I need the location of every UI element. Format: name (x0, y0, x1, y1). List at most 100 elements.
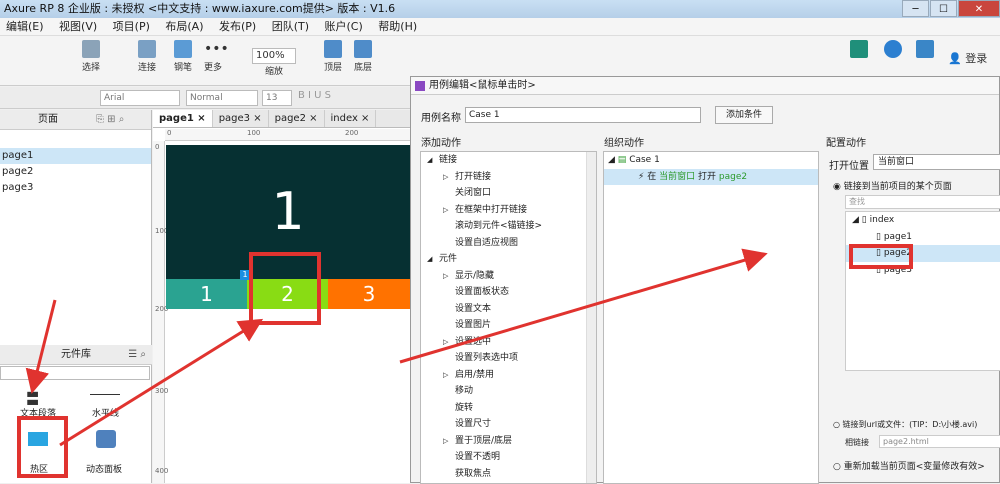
action-item[interactable]: 移动 (421, 383, 596, 400)
action-label: 旋转 (455, 402, 474, 413)
page-item-page3[interactable]: page3 (0, 180, 151, 196)
dialog-title-bar: 用例编辑<鼠标单击时> (411, 77, 999, 95)
nav-item-1[interactable]: 1 (166, 279, 247, 309)
menu-project[interactable]: 项目(P) (107, 18, 156, 36)
more-tool[interactable]: ••• 更多 (204, 40, 229, 73)
action-label: 在框架中打开链接 (455, 204, 528, 215)
library-menu-icon[interactable]: ☰ ⌕ (128, 345, 146, 365)
page-search-input[interactable]: 查找 (845, 195, 1000, 209)
page-item-page1[interactable]: page1 (0, 148, 151, 164)
action-label: 设置尺寸 (455, 419, 492, 429)
case-name-label: 用例名称 (421, 113, 461, 124)
action-item[interactable]: 设置不透明 (421, 449, 596, 466)
page-item-page2[interactable]: page2 (0, 164, 151, 180)
action-item[interactable]: 旋转 (421, 400, 596, 417)
library-select[interactable] (0, 366, 150, 380)
action-item[interactable]: ▷ 打开链接 (421, 169, 596, 186)
library-title: 元件库 (61, 349, 91, 360)
action-label: 设置面板状态 (455, 287, 510, 297)
tab-page2[interactable]: page2 × (269, 110, 325, 127)
bring-front-tool[interactable]: 顶层 (324, 40, 342, 73)
action-item[interactable]: 设置面板状态 (421, 284, 596, 301)
action-item[interactable]: 滚动到元件<锚链接> (421, 218, 596, 235)
connect-tool[interactable]: 连接 (138, 40, 156, 73)
preview-tool[interactable] (850, 40, 868, 60)
user-icon: 👤 (948, 52, 962, 65)
action-scrollbar[interactable] (586, 152, 596, 483)
expand-icon: ◢ (427, 255, 433, 263)
action-node[interactable]: ⚡ 在 当前窗口 打开 page2 (604, 168, 818, 185)
action-item[interactable]: ▷ 启用/禁用 (421, 367, 596, 384)
size-select[interactable]: 13 (262, 90, 292, 106)
style-select[interactable]: Normal (186, 90, 258, 106)
action-item[interactable]: 设置列表选中项 (421, 350, 596, 367)
radio-link-page[interactable]: ◉ 链接到当前项目的某个页面 (833, 179, 952, 192)
maximize-button[interactable]: ☐ (930, 0, 957, 17)
text-style-buttons[interactable]: B I U S (298, 90, 331, 101)
menu-account[interactable]: 账户(C) (319, 18, 369, 36)
library-item-dynamic-panel[interactable]: 动态面板 (86, 462, 122, 475)
highlight-page2 (849, 244, 913, 269)
font-select[interactable]: Arial (100, 90, 180, 106)
tab-page1[interactable]: page1 × (153, 110, 213, 127)
action-item[interactable]: 设置自适应视图 (421, 235, 596, 252)
pen-tool[interactable]: 钢笔 (174, 40, 192, 73)
library-header: 元件库 ☰ ⌕ (0, 345, 152, 365)
tree-root[interactable]: ◢ ▯ index (846, 212, 1000, 229)
nav-item-3[interactable]: 3 (328, 279, 410, 309)
menu-team[interactable]: 团队(T) (266, 18, 315, 36)
login-button[interactable]: 👤 登录 (948, 50, 987, 66)
tree-page1[interactable]: ▯ page1 (846, 229, 1000, 246)
radio-link-url[interactable]: ○ 链接到url或文件：(TIP：D:\小楼.avi) (833, 419, 977, 430)
url-input[interactable]: page2.html (879, 435, 1000, 448)
url-label: 相链接 (845, 438, 869, 447)
select-tool[interactable]: 选择 (82, 40, 100, 73)
menu-publish[interactable]: 发布(P) (213, 18, 262, 36)
action-label: 设置选中 (455, 336, 492, 347)
connect-icon (138, 40, 156, 58)
menu-view[interactable]: 视图(V) (53, 18, 103, 36)
zoom-select[interactable]: 100% (252, 48, 296, 64)
action-item[interactable]: 设置尺寸 (421, 416, 596, 433)
action-item[interactable]: 设置文本 (421, 301, 596, 318)
action-item[interactable]: 设置图片 (421, 317, 596, 334)
radio-reload[interactable]: ○ 重新加载当前页面<变量修改有效> (833, 459, 985, 472)
action-item[interactable]: ▷ 设置选中 (421, 334, 596, 351)
library-item-hline[interactable]: 水平线 (92, 406, 119, 419)
action-item[interactable]: ▷ 显示/隐藏 (421, 268, 596, 285)
send-back-tool[interactable]: 底层 (354, 40, 372, 73)
open-in-label: 打开位置 (829, 161, 869, 172)
action-item[interactable]: ▷ 在框架中打开链接 (421, 202, 596, 219)
expand-icon: ▷ (443, 436, 449, 445)
zoom-control[interactable]: 100% 缩放 (252, 48, 296, 77)
preview-icon (850, 40, 868, 58)
menu-edit[interactable]: 编辑(E) (0, 18, 50, 36)
window-controls: ─ ☐ ✕ (901, 0, 1000, 17)
menu-layout[interactable]: 布局(A) (159, 18, 209, 36)
highlight-hotspot (17, 416, 68, 478)
share-tool[interactable] (884, 40, 902, 60)
add-condition-button[interactable]: 添加条件 (715, 106, 773, 124)
pages-panel-title: 页面 (38, 114, 58, 125)
add-page-icon[interactable]: ⎘ ⊞ ⌕ (96, 110, 124, 130)
action-label: 设置列表选中项 (455, 353, 519, 363)
action-item[interactable]: ◢ 元件 (421, 251, 596, 268)
tab-page3[interactable]: page3 × (213, 110, 269, 127)
action-item[interactable]: 获取焦点 (421, 466, 596, 483)
close-button[interactable]: ✕ (958, 0, 1000, 17)
case-name-input[interactable]: Case 1 (465, 107, 701, 123)
paragraph-icon: ▬ ▬ (26, 386, 40, 410)
action-item[interactable]: ▷ 置于顶层/底层 (421, 433, 596, 450)
expand-icon: ◢ (427, 156, 433, 164)
minimize-button[interactable]: ─ (902, 0, 929, 17)
tab-index[interactable]: index × (325, 110, 377, 127)
hline-icon (90, 394, 120, 395)
select-icon (82, 40, 100, 58)
open-in-select[interactable]: 当前窗口 (873, 154, 1000, 170)
action-item[interactable]: 关闭窗口 (421, 185, 596, 202)
publish-tool[interactable] (916, 40, 934, 60)
case-node[interactable]: ◢ ▤ Case 1 (604, 152, 818, 169)
expand-icon: ▷ (443, 172, 449, 181)
action-item[interactable]: ◢ 链接 (421, 152, 596, 169)
menu-help[interactable]: 帮助(H) (372, 18, 423, 36)
